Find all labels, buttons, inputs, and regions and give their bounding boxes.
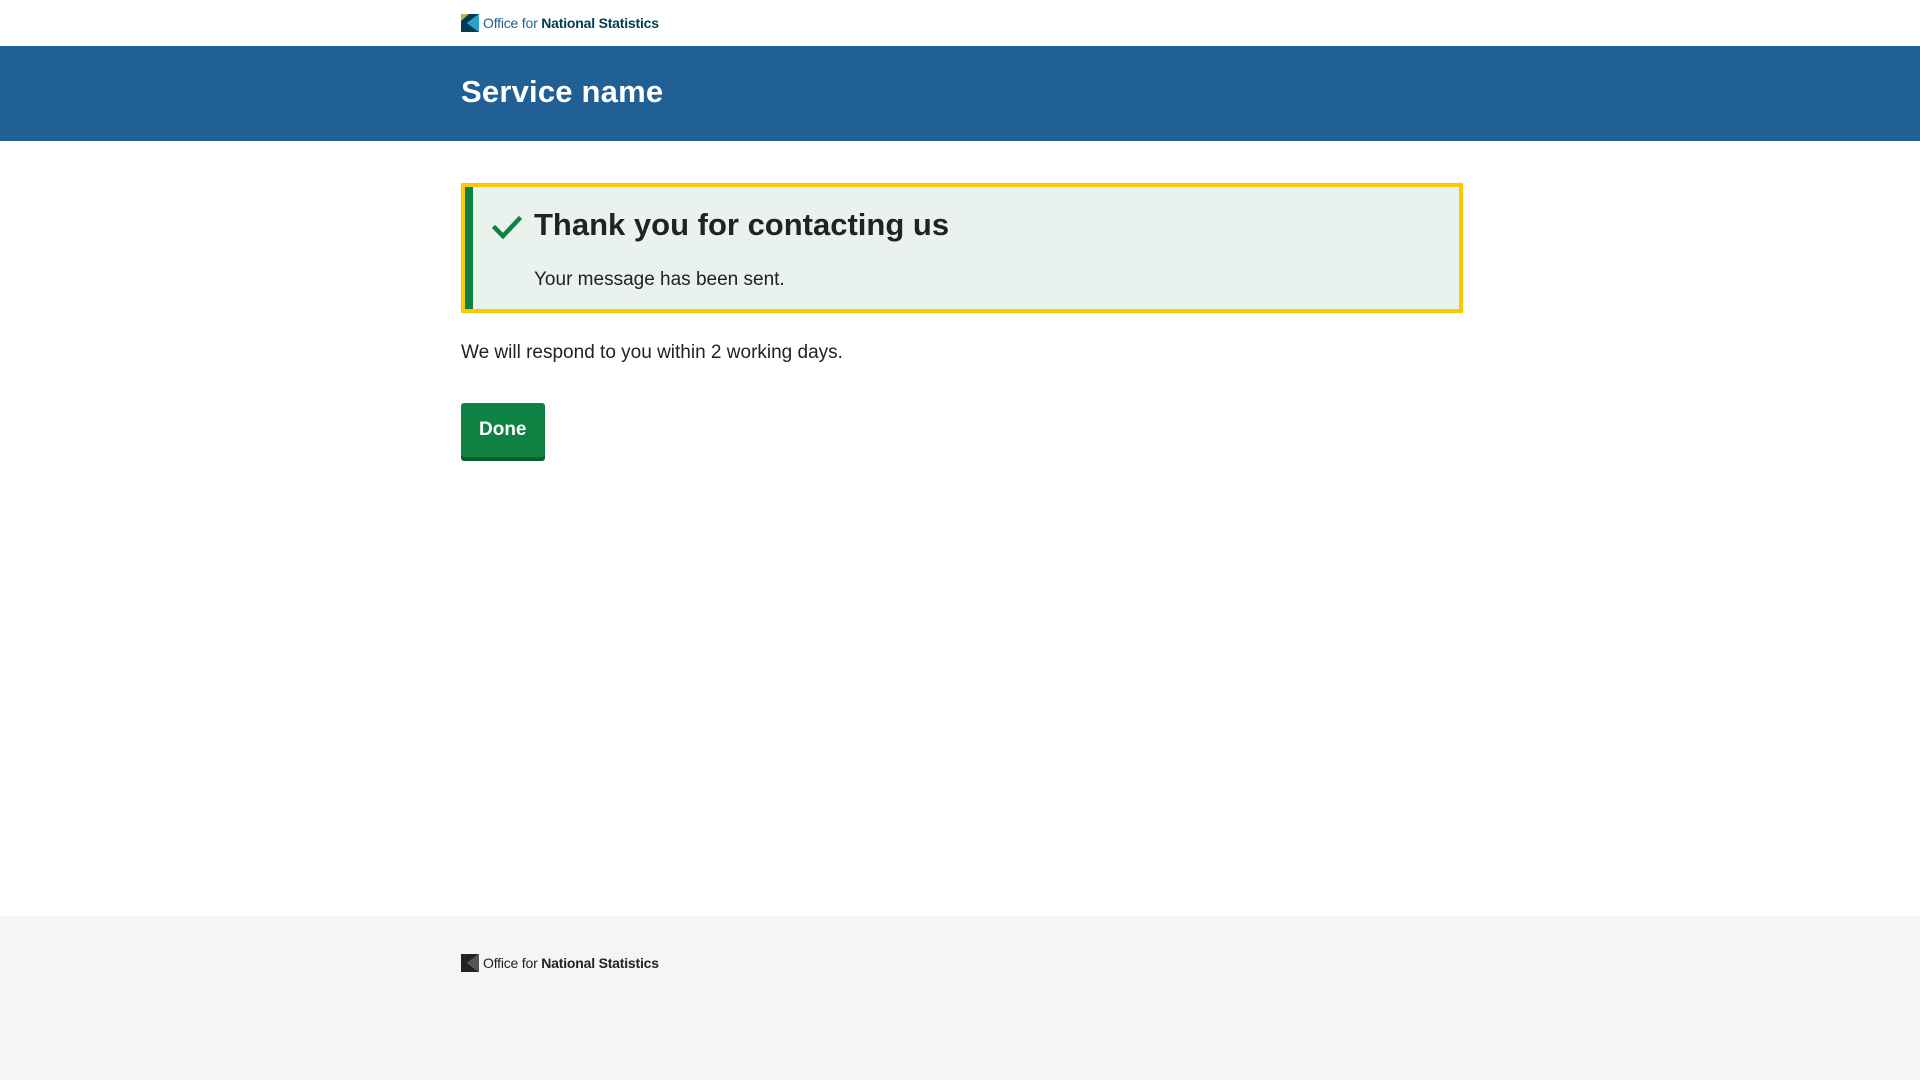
main-content: Thank you for contacting us Your message… xyxy=(0,141,1920,916)
footer-logo-text-bold: National Statistics xyxy=(541,955,659,971)
footer-ons-logo-link[interactable]: Office for National Statistics xyxy=(461,954,1463,972)
ons-logo-text: Office for National Statistics xyxy=(483,14,659,32)
panel-body: Your message has been sent. xyxy=(534,269,785,290)
footer: Office for National Statistics xyxy=(0,916,1920,1080)
response-message: We will respond to you within 2 working … xyxy=(461,342,843,363)
success-panel: Thank you for contacting us Your message… xyxy=(461,183,1463,313)
service-bar: Service name xyxy=(0,46,1920,141)
logo-text-bold: National Statistics xyxy=(541,15,659,31)
footer-logo-text: Office for National Statistics xyxy=(483,954,659,972)
panel-accent-bar xyxy=(465,187,473,309)
ons-logo-icon xyxy=(461,954,479,972)
done-button[interactable]: Done xyxy=(461,403,545,457)
ons-logo-link[interactable]: Office for National Statistics xyxy=(461,14,1463,32)
ons-logo-icon xyxy=(461,14,479,32)
check-icon xyxy=(491,211,523,243)
footer-logo-text-prefix: Office for xyxy=(483,955,538,971)
masthead: Office for National Statistics xyxy=(0,0,1920,46)
service-name[interactable]: Service name xyxy=(461,73,1463,111)
panel-title: Thank you for contacting us xyxy=(534,207,950,242)
logo-text-prefix: Office for xyxy=(483,15,538,31)
